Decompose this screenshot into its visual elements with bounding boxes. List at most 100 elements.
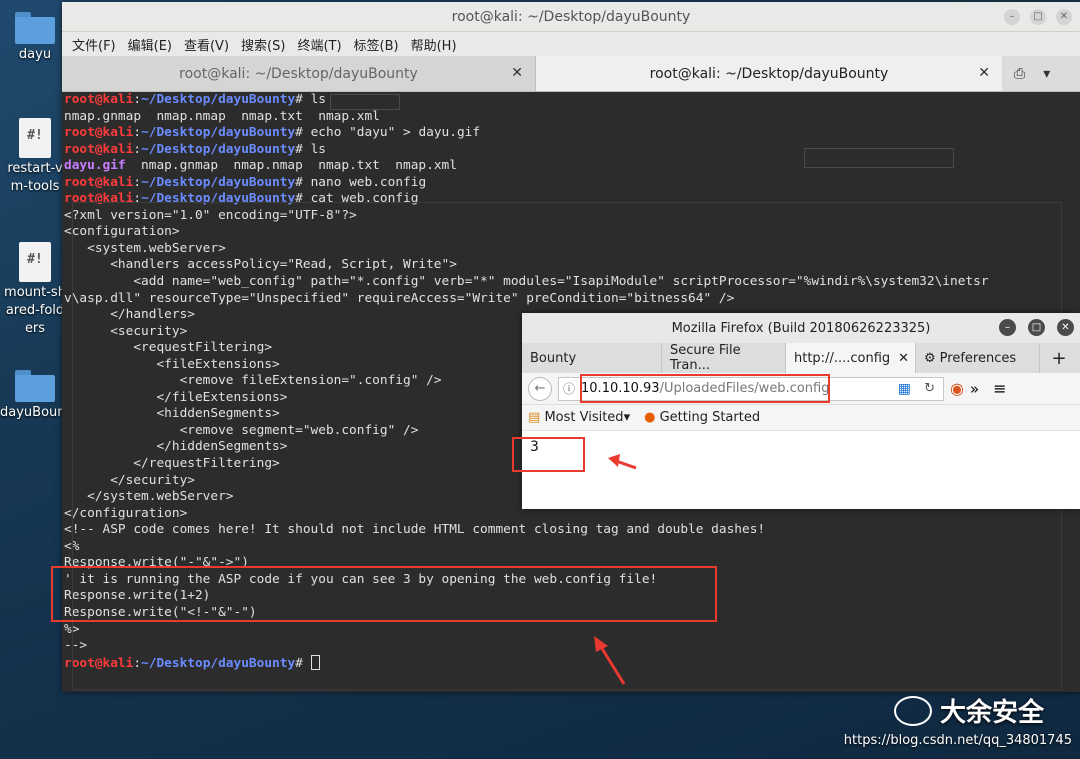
folder-icon: [15, 370, 55, 402]
desktop-icon-label: dayuBounty: [0, 405, 79, 420]
prompt-user: root@kali: [64, 174, 134, 190]
folder-icon: ▤: [528, 410, 541, 425]
terminal-tab-2[interactable]: root@kali: ~/Desktop/dayuBounty ✕: [536, 56, 1002, 91]
tab-label: root@kali: ~/Desktop/dayuBounty: [179, 65, 418, 82]
prompt-symbol: #: [295, 92, 303, 107]
reload-icon[interactable]: ↻: [924, 381, 935, 396]
minimize-button[interactable]: –: [999, 319, 1016, 336]
chevron-down-icon[interactable]: ▾: [1043, 66, 1050, 82]
desktop-icon-label: restart-vm-tools: [7, 161, 63, 194]
terminal-tabbar: root@kali: ~/Desktop/dayuBounty ✕ root@k…: [62, 56, 1080, 92]
wechat-logo-icon: [893, 695, 932, 726]
desktop-script-restart-vm-tools[interactable]: #! restart-vm-tools: [0, 118, 70, 196]
terminal-tab-1[interactable]: root@kali: ~/Desktop/dayuBounty ✕: [62, 56, 536, 91]
desktop-folder-dayubounty[interactable]: dayuBounty: [0, 370, 79, 422]
windows-icon: ▦: [897, 380, 911, 397]
terminal-line: root@kali:~/Desktop/dayuBounty# ls: [64, 92, 1078, 109]
arrow-icon: [594, 636, 626, 685]
prompt-path: ~/Desktop/dayuBounty: [141, 141, 296, 157]
command-text: echo "dayu" > dayu.gif: [302, 125, 481, 141]
menu-file[interactable]: 文件(F): [70, 35, 118, 54]
maximize-button[interactable]: □: [1028, 319, 1045, 336]
brand-watermark: 大余安全: [893, 692, 1044, 729]
bookmark-getting-started[interactable]: ● Getting Started: [644, 410, 760, 425]
folder-icon: [15, 12, 55, 44]
extension-icon[interactable]: ◉: [950, 379, 964, 398]
menu-terminal[interactable]: 终端(T): [295, 35, 343, 54]
gif-file: dayu.gif: [64, 158, 126, 174]
prompt-separator: :: [133, 92, 142, 107]
firefox-tab-active[interactable]: http://....config ✕: [786, 343, 916, 373]
firefox-tab[interactable]: ⚙ Preferences: [916, 343, 1040, 373]
minimize-button[interactable]: –: [1004, 9, 1020, 25]
prompt-symbol: #: [295, 174, 303, 190]
prompt-separator: :: [133, 174, 142, 190]
prompt-separator: :: [133, 125, 142, 141]
firefox-window: Mozilla Firefox (Build 20180626223325) –…: [522, 313, 1080, 509]
firefox-tabbar: Bounty Secure File Tran... http://....co…: [522, 343, 1080, 373]
new-tab-icon[interactable]: ⎙: [1014, 66, 1025, 82]
terminal-line: root@kali:~/Desktop/dayuBounty# nano web…: [64, 175, 1078, 192]
arrow-icon: [608, 454, 637, 470]
file-list: nmap.gnmap nmap.nmap nmap.txt nmap.xml: [125, 158, 457, 174]
maximize-button[interactable]: □: [1030, 9, 1046, 25]
prompt-symbol: #: [295, 141, 303, 157]
tab-label: http://....config: [794, 350, 891, 366]
desktop-icon-label: mount-shared-folders: [4, 285, 66, 336]
asp-code-highlight: [51, 566, 717, 622]
prompt-symbol: #: [295, 125, 303, 141]
command-text: nano web.config: [302, 174, 427, 190]
menu-help[interactable]: 帮助(H): [409, 35, 459, 54]
menu-edit[interactable]: 编辑(E): [126, 35, 174, 54]
desktop-icon-label: dayu: [18, 47, 52, 62]
terminal-line: nmap.gnmap nmap.nmap nmap.txt nmap.xml: [64, 108, 380, 124]
info-icon[interactable]: ⓘ: [563, 380, 575, 397]
firefox-titlebar: Mozilla Firefox (Build 20180626223325) –…: [522, 313, 1080, 343]
command-text: ls: [302, 141, 326, 157]
close-tab-icon[interactable]: ✕: [978, 65, 990, 81]
terminal-line: root@kali:~/Desktop/dayuBounty# echo "da…: [64, 125, 1078, 142]
tab-label: root@kali: ~/Desktop/dayuBounty: [649, 65, 889, 82]
tab-label: Secure File Tran...: [670, 343, 741, 373]
prompt-user: root@kali: [64, 125, 134, 141]
ghost-element: [804, 148, 954, 168]
script-icon: #!: [19, 242, 51, 282]
script-icon: #!: [19, 118, 51, 158]
desktop-script-mount-shared-folders[interactable]: #! mount-shared-folders: [0, 242, 70, 338]
bookmark-most-visited[interactable]: ▤ Most Visited▾: [528, 410, 630, 425]
new-tab-button[interactable]: +: [1040, 343, 1078, 373]
back-button[interactable]: ←: [528, 376, 552, 401]
gear-icon: ⚙: [924, 350, 936, 366]
menu-view[interactable]: 查看(V): [182, 35, 231, 54]
hamburger-menu-icon[interactable]: ≡: [993, 379, 1006, 398]
terminal-menubar: 文件(F) 编辑(E) 查看(V) 搜索(S) 终端(T) 标签(B) 帮助(H…: [62, 32, 1080, 56]
close-tab-icon[interactable]: ✕: [898, 351, 909, 366]
prompt-path: ~/Desktop/dayuBounty: [141, 125, 296, 141]
desktop-folder-dayu[interactable]: dayu: [0, 12, 70, 64]
prompt-path: ~/Desktop/dayuBounty: [141, 174, 296, 190]
close-button[interactable]: ✕: [1056, 9, 1072, 25]
firefox-tab[interactable]: Secure File Tran...: [662, 343, 786, 373]
menu-search[interactable]: 搜索(S): [239, 35, 287, 54]
firefox-tab[interactable]: Bounty: [522, 343, 662, 373]
page-content: 3: [522, 431, 1080, 509]
menu-tabs[interactable]: 标签(B): [352, 35, 401, 54]
prompt-path: ~/Desktop/dayuBounty: [141, 92, 296, 107]
prompt-separator: :: [133, 141, 142, 157]
terminal-titlebar: root@kali: ~/Desktop/dayuBounty – □ ✕: [62, 2, 1080, 32]
overflow-menu-icon[interactable]: »: [970, 380, 979, 398]
close-tab-icon[interactable]: ✕: [511, 65, 523, 81]
close-button[interactable]: ✕: [1057, 319, 1074, 336]
firefox-icon: ●: [644, 410, 656, 425]
url-highlight: [580, 374, 830, 403]
prompt-user: root@kali: [64, 141, 134, 157]
bookmarks-toolbar: ▤ Most Visited▾ ● Getting Started: [522, 405, 1080, 431]
bookmark-label: Most Visited: [544, 410, 624, 425]
brand-text: 大余安全: [939, 698, 1044, 728]
result-highlight: [512, 437, 585, 472]
ghost-element: [330, 94, 400, 110]
window-title: Mozilla Firefox (Build 20180626223325): [671, 320, 931, 336]
tab-label: Preferences: [939, 350, 1017, 366]
source-url-watermark: https://blog.csdn.net/qq_34801745: [843, 733, 1072, 748]
command-text: ls: [302, 92, 326, 107]
